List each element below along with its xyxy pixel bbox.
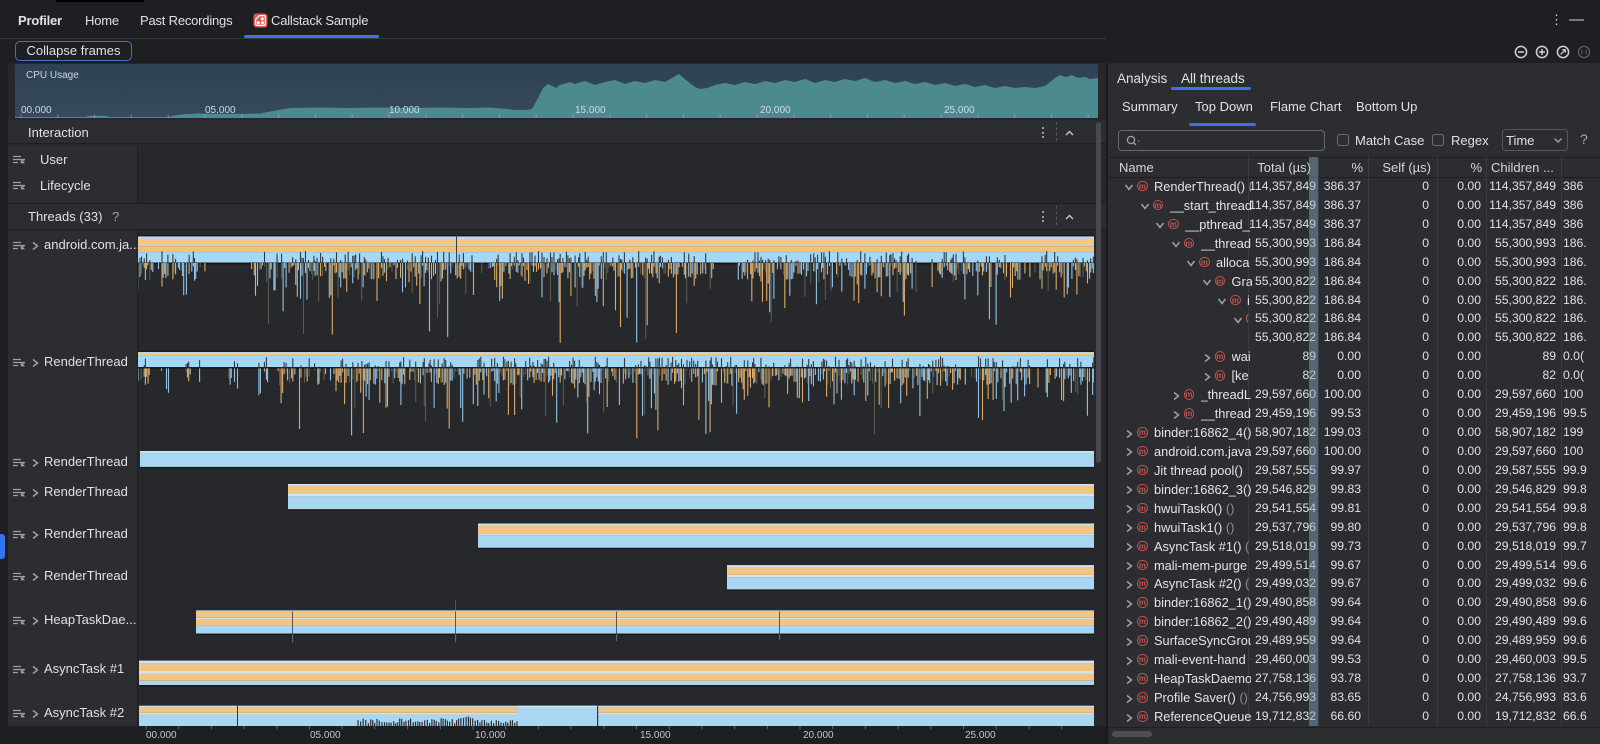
svg-text:CPU Usage: CPU Usage bbox=[26, 70, 79, 81]
svg-text:00.000: 00.000 bbox=[21, 105, 52, 116]
svg-text:05.000: 05.000 bbox=[205, 105, 236, 116]
svg-text:20.000: 20.000 bbox=[760, 105, 791, 116]
svg-text:10.000: 10.000 bbox=[389, 105, 420, 116]
svg-text:25.000: 25.000 bbox=[944, 105, 975, 116]
svg-text:15.000: 15.000 bbox=[575, 105, 606, 116]
